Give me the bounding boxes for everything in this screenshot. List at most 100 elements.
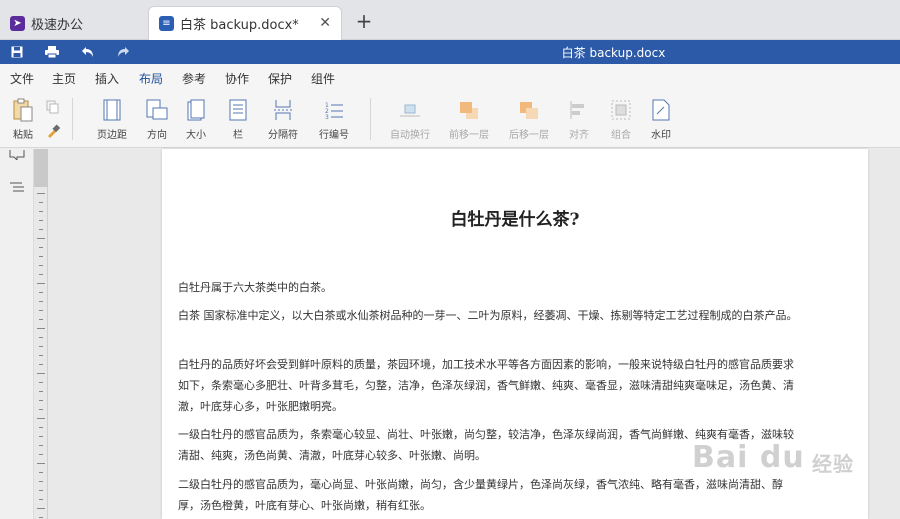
menu-insert[interactable]: 插入	[95, 70, 119, 87]
menu-references[interactable]: 参考	[182, 70, 206, 87]
svg-text:3: 3	[325, 114, 329, 120]
send-backward-button[interactable]: 后移一层	[506, 98, 552, 141]
paragraph: 白牡丹属于六大茶类中的白茶。	[178, 281, 332, 294]
ruler-tick	[37, 463, 45, 464]
ruler-tick	[39, 517, 43, 518]
ruler-tick	[39, 211, 43, 212]
tab-document-label: 白茶 backup.docx*	[180, 18, 299, 33]
paragraph: 白牡丹的品质好坏会受到鲜叶原料的质量，茶园环境，加工技术水平等各方面因素的影响，…	[178, 358, 794, 413]
navigation-icon[interactable]	[9, 181, 25, 197]
ruler-tick	[39, 319, 43, 320]
watermark-text: Bai du	[692, 440, 805, 475]
line-numbers-label: 行编号	[319, 130, 349, 141]
margins-label: 页边距	[97, 130, 127, 141]
line-numbers-icon: 123	[323, 98, 345, 122]
tab-home-label: 极速办公	[31, 17, 84, 33]
align-button[interactable]: 对齐	[556, 98, 602, 141]
tab-bar: ➤ 极速办公 ≡ 白茶 backup.docx* ✕ +	[0, 0, 900, 40]
group-label: 组合	[611, 130, 631, 141]
send-backward-label: 后移一层	[509, 130, 549, 141]
menu-collaborate[interactable]: 协作	[225, 70, 249, 87]
page-size-icon	[185, 98, 207, 122]
orientation-icon	[146, 98, 168, 122]
menu-bar: 文件 主页 插入 布局 参考 协作 保护 组件	[0, 64, 900, 93]
menu-plugins[interactable]: 组件	[311, 70, 335, 87]
tab-home[interactable]: ➤ 极速办公	[0, 6, 145, 40]
wrap-button[interactable]: 自动换行	[387, 98, 433, 141]
scrollbar-track[interactable]	[870, 149, 900, 519]
watermark-icon	[650, 98, 672, 122]
ruler-tick	[37, 193, 45, 194]
ruler-tick	[39, 256, 43, 257]
ruler-tick	[39, 472, 43, 473]
ruler-tick	[39, 292, 43, 293]
ruler-tick	[39, 265, 43, 266]
ruler-tick	[39, 409, 43, 410]
format-painter-icon[interactable]	[46, 124, 62, 140]
document-title: 白茶 backup.docx	[561, 46, 666, 60]
ruler-tick	[37, 283, 45, 284]
watermark-label: 水印	[651, 130, 671, 141]
ruler-tick	[39, 391, 43, 392]
ruler-tick	[39, 490, 43, 491]
ribbon-separator	[72, 98, 73, 140]
bring-forward-icon	[458, 98, 480, 122]
close-icon[interactable]: ✕	[319, 15, 331, 31]
bring-forward-label: 前移一层	[449, 130, 489, 141]
left-sidebar	[0, 149, 34, 519]
add-tab-icon[interactable]: +	[352, 10, 376, 34]
watermark-button[interactable]: 水印	[638, 98, 684, 141]
copy-icon[interactable]	[46, 100, 62, 116]
menu-protect[interactable]: 保护	[268, 70, 292, 87]
watermark-text-2: 经验	[812, 452, 854, 476]
columns-button[interactable]: 栏	[215, 98, 261, 141]
ruler-tick	[39, 364, 43, 365]
ruler-tick	[39, 220, 43, 221]
ruler-tick	[39, 346, 43, 347]
send-backward-icon	[518, 98, 540, 122]
ruler-tick	[37, 508, 45, 509]
baidu-watermark: Bai du 经验	[692, 440, 862, 484]
menu-layout[interactable]: 布局	[139, 70, 164, 93]
ruler-tick	[39, 355, 43, 356]
bring-forward-button[interactable]: 前移一层	[446, 98, 492, 141]
breaks-button[interactable]: 分隔符	[260, 98, 306, 141]
menu-home[interactable]: 主页	[52, 70, 76, 87]
tab-document[interactable]: ≡ 白茶 backup.docx* ✕	[148, 6, 342, 40]
margins-icon	[101, 98, 123, 122]
ruler-tick	[39, 427, 43, 428]
group-icon	[610, 98, 632, 122]
ruler-tick	[39, 400, 43, 401]
margins-button[interactable]: 页边距	[89, 98, 135, 141]
size-label: 大小	[186, 130, 206, 141]
breaks-icon	[272, 98, 294, 122]
paragraph: 白茶 国家标准中定义，以大白茶或水仙茶树品种的一芽一、二叶为原料，经萎凋、干燥、…	[178, 309, 798, 322]
ruler-tick	[39, 229, 43, 230]
ruler-tick	[39, 202, 43, 203]
ruler-tick	[37, 328, 45, 329]
align-label: 对齐	[569, 130, 589, 141]
ruler-tick	[37, 238, 45, 239]
vertical-ruler	[34, 149, 48, 519]
menu-file[interactable]: 文件	[10, 70, 34, 87]
ruler-tick	[39, 481, 43, 482]
ruler-tick	[39, 337, 43, 338]
ribbon-separator	[370, 98, 371, 140]
ruler-tick	[39, 499, 43, 500]
ruler-tick	[37, 373, 45, 374]
size-button[interactable]: 大小	[173, 98, 219, 141]
align-icon	[568, 98, 590, 122]
title-bar: 白茶 backup.docx	[0, 40, 900, 64]
ruler-tick	[39, 274, 43, 275]
ruler-tick	[39, 382, 43, 383]
wrap-text-icon	[399, 98, 421, 122]
comments-icon[interactable]	[9, 149, 25, 165]
ribbon-toolbar: 粘贴 页边距 方向 大小 栏 分隔符 123 行编号 自动换行 前移一层 后移一…	[0, 90, 900, 148]
columns-label: 栏	[233, 130, 243, 141]
paste-button[interactable]: 粘贴	[0, 98, 46, 141]
ruler-tick	[39, 454, 43, 455]
rocket-icon: ➤	[10, 15, 25, 31]
line-numbers-button[interactable]: 123 行编号	[311, 98, 357, 141]
wrap-label: 自动换行	[390, 130, 430, 141]
orientation-label: 方向	[147, 130, 167, 141]
